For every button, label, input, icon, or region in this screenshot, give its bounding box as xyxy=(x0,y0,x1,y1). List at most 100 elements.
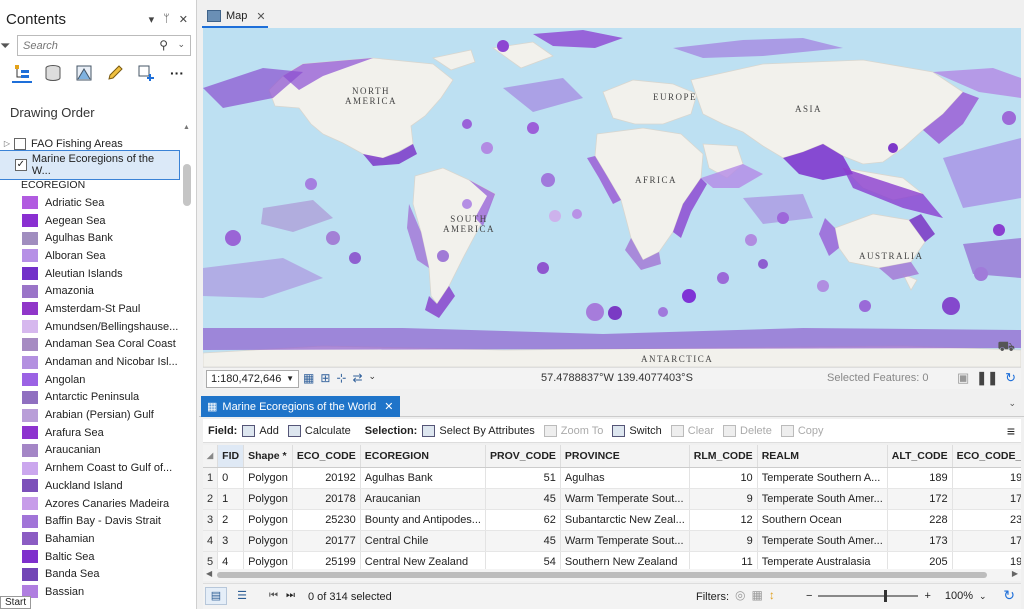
chevron-down-icon[interactable]: ⌄ xyxy=(177,39,185,50)
table-cell[interactable]: Polygon xyxy=(243,488,293,510)
tab-map[interactable]: Map ✕ xyxy=(202,6,268,28)
copy-button[interactable]: Copy xyxy=(780,424,824,437)
row-header[interactable]: 1 xyxy=(203,467,219,489)
table-cell[interactable]: 230 xyxy=(952,509,1021,531)
zoom-out-icon[interactable]: − xyxy=(806,590,812,602)
layer-visibility-checkbox[interactable] xyxy=(14,137,26,150)
clear-selection-icon[interactable]: ▣ xyxy=(957,370,969,386)
legend-item[interactable]: Aegean Sea xyxy=(0,212,180,230)
world-map[interactable] xyxy=(203,28,1021,367)
expand-icon[interactable]: ▷ xyxy=(0,139,14,148)
legend-swatch[interactable] xyxy=(22,337,38,351)
table-cell[interactable]: Agulhas xyxy=(560,467,690,489)
table-cell[interactable]: 20178 xyxy=(292,488,361,510)
table-cell[interactable]: 173 xyxy=(887,530,953,552)
scroll-up-icon[interactable]: ▲ xyxy=(183,124,190,131)
table-cell[interactable]: Central Chile xyxy=(360,530,486,552)
fixed-zoom-icon[interactable]: ▦ xyxy=(303,371,314,385)
table-cell[interactable]: 205 xyxy=(887,551,953,569)
table-cell[interactable]: Central New Zealand xyxy=(360,551,486,569)
table-cell[interactable]: 2 xyxy=(217,509,245,531)
table-row[interactable]: 3 2 Polygon 25230 Bounty and Antipodes... 62 S… xyxy=(203,509,1021,531)
table-cell[interactable]: 228 xyxy=(887,509,953,531)
table-cell[interactable]: Warm Temperate Sout... xyxy=(560,488,690,510)
table-row[interactable]: 4 3 Polygon 20177 Central Chile 45 Warm Temper… xyxy=(203,530,1021,552)
row-header[interactable]: 5 xyxy=(203,551,219,569)
column-header[interactable]: PROVINCE xyxy=(560,445,690,468)
legend-swatch[interactable] xyxy=(22,461,38,475)
layer-visibility-checkbox[interactable]: ✓ xyxy=(14,158,27,171)
table-cell[interactable]: Temperate Southern A... xyxy=(757,467,888,489)
legend-swatch[interactable] xyxy=(22,214,38,228)
zoom-to-button[interactable]: Zoom To xyxy=(543,424,603,437)
legend-swatch[interactable] xyxy=(22,532,38,546)
filter-icon[interactable]: ⏷ xyxy=(0,38,10,54)
legend-item[interactable]: Antarctic Peninsula xyxy=(0,389,180,407)
zoom-slider[interactable] xyxy=(818,590,919,602)
show-selected-records-button[interactable]: ☰ xyxy=(231,587,253,605)
horizontal-scrollbar[interactable]: ◀ ▶ xyxy=(203,569,1021,581)
legend-swatch[interactable] xyxy=(22,196,38,210)
table-cell[interactable]: Subantarctic New Zeal... xyxy=(560,509,690,531)
chevron-down-icon[interactable]: ⌄ xyxy=(369,371,377,385)
tab-attribute-table[interactable]: ▦ Marine Ecoregions of the World ✕ xyxy=(201,396,400,417)
select-by-attributes-button[interactable]: Select By Attributes xyxy=(422,424,535,437)
legend-item[interactable]: Angolan xyxy=(0,371,180,389)
table-cell[interactable]: 51 xyxy=(485,467,561,489)
table-cell[interactable]: 25199 xyxy=(292,551,361,569)
legend-swatch[interactable] xyxy=(22,231,38,245)
table-cell[interactable]: 172 xyxy=(887,488,953,510)
legend-item[interactable]: Amsterdam-St Paul xyxy=(0,300,180,318)
table-cell[interactable]: 25230 xyxy=(292,509,361,531)
column-header[interactable]: FID xyxy=(217,445,245,468)
pane-menu-icon[interactable]: ▾ xyxy=(149,13,155,26)
column-header[interactable]: ECO_CODE_X xyxy=(952,445,1021,468)
first-record-icon[interactable]: ⏮ xyxy=(269,590,278,601)
legend-item[interactable]: Alboran Sea xyxy=(0,247,180,265)
table-row[interactable]: 1 0 Polygon 20192 Agulhas Bank 51 Agulhas 10 Tem… xyxy=(203,467,1021,489)
table-cell[interactable]: Polygon xyxy=(243,530,293,552)
column-header[interactable]: ECOREGION xyxy=(360,445,486,468)
legend-item[interactable]: Arafura Sea xyxy=(0,424,180,442)
legend-swatch[interactable] xyxy=(22,514,38,528)
legend-item[interactable]: Arabian (Persian) Gulf xyxy=(0,406,180,424)
legend-swatch[interactable] xyxy=(22,320,38,334)
legend-item[interactable]: Amazonia xyxy=(0,282,180,300)
legend-item[interactable]: Araucanian xyxy=(0,442,180,460)
table-cell[interactable]: 11 xyxy=(689,551,758,569)
legend-swatch[interactable] xyxy=(22,443,38,457)
legend-item[interactable]: Arnhem Coast to Gulf of... xyxy=(0,459,180,477)
legend-item[interactable]: Baltic Sea xyxy=(0,548,180,566)
basemap-icon[interactable]: ⛟ xyxy=(997,338,1015,357)
table-cell[interactable]: Agulhas Bank xyxy=(360,467,486,489)
table-cell[interactable]: Bounty and Antipodes... xyxy=(360,509,486,531)
table-cell[interactable]: 9 xyxy=(689,530,758,552)
zoom-in-icon[interactable]: + xyxy=(924,590,930,602)
legend-swatch[interactable] xyxy=(22,479,38,493)
column-header[interactable]: PROV_CODE xyxy=(485,445,561,468)
table-cell[interactable]: 20192 xyxy=(292,467,361,489)
legend-swatch[interactable] xyxy=(22,497,38,511)
chevron-down-icon[interactable]: ⌄ xyxy=(1008,398,1016,409)
table-cell[interactable]: 12 xyxy=(689,509,758,531)
row-header[interactable]: 3 xyxy=(203,509,219,531)
switch-selection-button[interactable]: Switch xyxy=(612,424,662,437)
last-record-icon[interactable]: ⏭ xyxy=(286,590,295,601)
navigation-icon[interactable]: ⇄ xyxy=(352,371,362,385)
scroll-right-icon[interactable]: ▶ xyxy=(1012,569,1018,578)
clear-selection-button[interactable]: Clear xyxy=(670,424,714,437)
table-cell[interactable]: 3 xyxy=(217,530,245,552)
table-cell[interactable]: Araucanian xyxy=(360,488,486,510)
grid-icon[interactable]: ⊞ xyxy=(320,371,330,385)
map-view[interactable]: NORTH AMERICA EUROPE ASIA AFRICA SOUTH A… xyxy=(203,28,1021,367)
extent-filter-icon[interactable]: ◎ xyxy=(735,588,745,602)
scrollbar-thumb[interactable] xyxy=(217,572,987,578)
legend-swatch[interactable] xyxy=(22,567,38,581)
legend-swatch[interactable] xyxy=(22,550,38,564)
list-by-editing-button[interactable] xyxy=(105,63,125,83)
more-options-icon[interactable]: ··· xyxy=(167,63,187,83)
legend-swatch[interactable] xyxy=(22,284,38,298)
row-header[interactable]: 2 xyxy=(203,488,219,510)
table-row[interactable]: 5 4 Polygon 25199 Central New Zealand 54 South… xyxy=(203,551,1021,569)
table-cell[interactable]: 45 xyxy=(485,530,561,552)
